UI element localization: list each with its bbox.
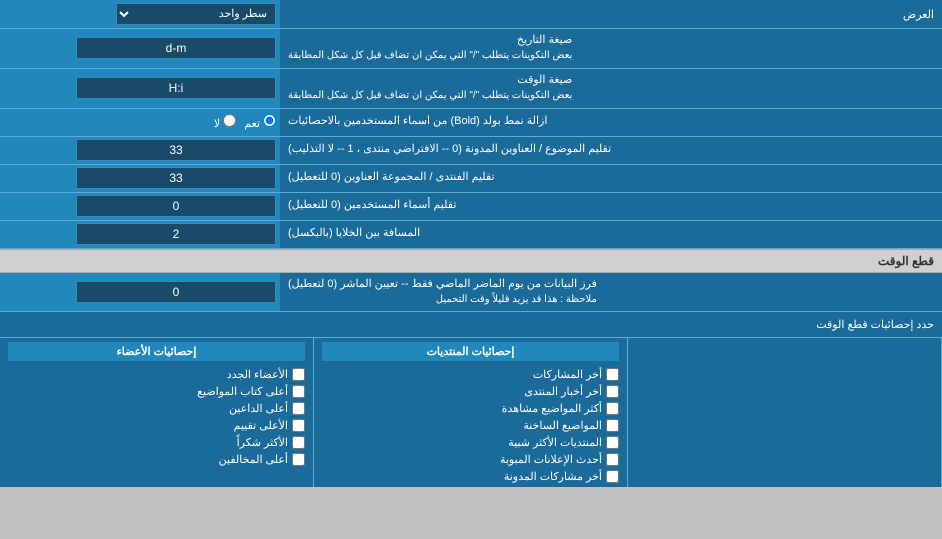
checkbox-columns: إحصائيات المنتديات أخر المشاركات أخر أخب… <box>0 338 942 487</box>
checkbox-item: أعلى المخالفين <box>8 453 305 466</box>
checkbox-item: الأعلى تقييم <box>8 419 305 432</box>
cell-spacing-input[interactable] <box>76 223 276 245</box>
checkbox-blog-posts[interactable] <box>606 470 619 483</box>
checkbox-item: أخر مشاركات المدونة <box>322 470 619 483</box>
time-format-row: صيغة الوقتبعض التكوينات يتطلب "/" التي ي… <box>0 69 942 109</box>
username-sort-input[interactable] <box>76 195 276 217</box>
checkbox-item: المواضيع الساخنة <box>322 419 619 432</box>
topic-sort-label: تقليم الموضوع / العناوين المدونة (0 -- ا… <box>280 137 942 164</box>
checkbox-last-posts[interactable] <box>606 368 619 381</box>
checkbox-col-members: إحصائيات الأعضاء الأعضاء الجدد أعلى كتاب… <box>0 338 314 487</box>
checkbox-item: الأكثر شكراً <box>8 436 305 449</box>
forum-sort-input-area <box>0 165 280 192</box>
time-format-input[interactable] <box>76 77 276 99</box>
topic-sort-input[interactable] <box>76 139 276 161</box>
checkbox-classifieds[interactable] <box>606 453 619 466</box>
bold-remove-row: ازالة نمط بولد (Bold) من اسماء المستخدمي… <box>0 109 942 137</box>
checkbox-top-violators[interactable] <box>292 453 305 466</box>
checkboxes-header-row: حدد إحصائيات قطع الوقت <box>0 312 942 338</box>
main-container: العرض سطر واحد صيغة التاريخبعض التكوينات… <box>0 0 942 487</box>
checkbox-item: أحدث الإعلانات المبوبة <box>322 453 619 466</box>
checkbox-item: الأعضاء الجدد <box>8 368 305 381</box>
checkbox-most-similar[interactable] <box>606 436 619 449</box>
date-format-input[interactable] <box>76 37 276 59</box>
time-cut-input[interactable] <box>76 281 276 303</box>
display-label: العرض <box>280 4 942 25</box>
checkbox-forum-news[interactable] <box>606 385 619 398</box>
bold-yes-radio[interactable] <box>263 114 276 127</box>
time-format-label: صيغة الوقتبعض التكوينات يتطلب "/" التي ي… <box>280 69 942 108</box>
bold-radio-group: تعم لا <box>214 114 276 130</box>
bold-yes-label: تعم <box>244 114 276 130</box>
checkbox-item: المنتديات الأكثر شبية <box>322 436 619 449</box>
date-format-row: صيغة التاريخبعض التكوينات يتطلب "/" التي… <box>0 29 942 69</box>
time-format-input-area <box>0 69 280 108</box>
bold-remove-options: تعم لا <box>0 109 280 136</box>
cell-spacing-row: المسافة بين الخلايا (بالبكسل) <box>0 221 942 249</box>
checkbox-top-topic-writers[interactable] <box>292 385 305 398</box>
forum-sort-input[interactable] <box>76 167 276 189</box>
checkbox-hot-topics[interactable] <box>606 419 619 432</box>
checkbox-top-inviters[interactable] <box>292 402 305 415</box>
time-cut-input-area <box>0 273 280 312</box>
checkbox-new-members[interactable] <box>292 368 305 381</box>
display-select[interactable]: سطر واحد <box>116 3 276 25</box>
topic-sort-input-area <box>0 137 280 164</box>
checkbox-most-thanked[interactable] <box>292 436 305 449</box>
time-cut-header: قطع الوقت <box>0 249 942 273</box>
forum-sort-row: تقليم الفنتدى / المجموعة العناوين (0 للت… <box>0 165 942 193</box>
bold-no-radio[interactable] <box>223 114 236 127</box>
username-sort-label: تقليم أسماء المستخدمين (0 للتعطيل) <box>280 193 942 220</box>
bold-remove-label: ازالة نمط بولد (Bold) من اسماء المستخدمي… <box>280 109 942 136</box>
bold-no-label: لا <box>214 114 236 130</box>
col2-header: إحصائيات المنتديات <box>322 342 619 361</box>
checkbox-most-viewed[interactable] <box>606 402 619 415</box>
checkboxes-header-label: حدد إحصائيات قطع الوقت <box>0 314 942 335</box>
date-format-label: صيغة التاريخبعض التكوينات يتطلب "/" التي… <box>280 29 942 68</box>
time-cut-label: فرز البيانات من يوم الماضر الماضي فقط --… <box>280 273 942 312</box>
cell-spacing-input-area <box>0 221 280 248</box>
checkbox-col-empty <box>628 338 942 487</box>
checkbox-top-rated[interactable] <box>292 419 305 432</box>
checkbox-col-forums: إحصائيات المنتديات أخر المشاركات أخر أخب… <box>314 338 628 487</box>
date-format-input-area <box>0 29 280 68</box>
time-cut-row: فرز البيانات من يوم الماضر الماضي فقط --… <box>0 273 942 313</box>
display-row: العرض سطر واحد <box>0 0 942 29</box>
col1-header: إحصائيات الأعضاء <box>8 342 305 361</box>
checkbox-item: أخر المشاركات <box>322 368 619 381</box>
topic-sort-row: تقليم الموضوع / العناوين المدونة (0 -- ا… <box>0 137 942 165</box>
forum-sort-label: تقليم الفنتدى / المجموعة العناوين (0 للت… <box>280 165 942 192</box>
checkbox-item: أخر أخبار المنتدى <box>322 385 619 398</box>
checkbox-item: أعلى كتاب المواضيع <box>8 385 305 398</box>
display-select-area: سطر واحد <box>0 0 280 28</box>
username-sort-input-area <box>0 193 280 220</box>
cell-spacing-label: المسافة بين الخلايا (بالبكسل) <box>280 221 942 248</box>
checkbox-item: أكثر المواضيع مشاهدة <box>322 402 619 415</box>
checkbox-item: أعلى الداعين <box>8 402 305 415</box>
username-sort-row: تقليم أسماء المستخدمين (0 للتعطيل) <box>0 193 942 221</box>
